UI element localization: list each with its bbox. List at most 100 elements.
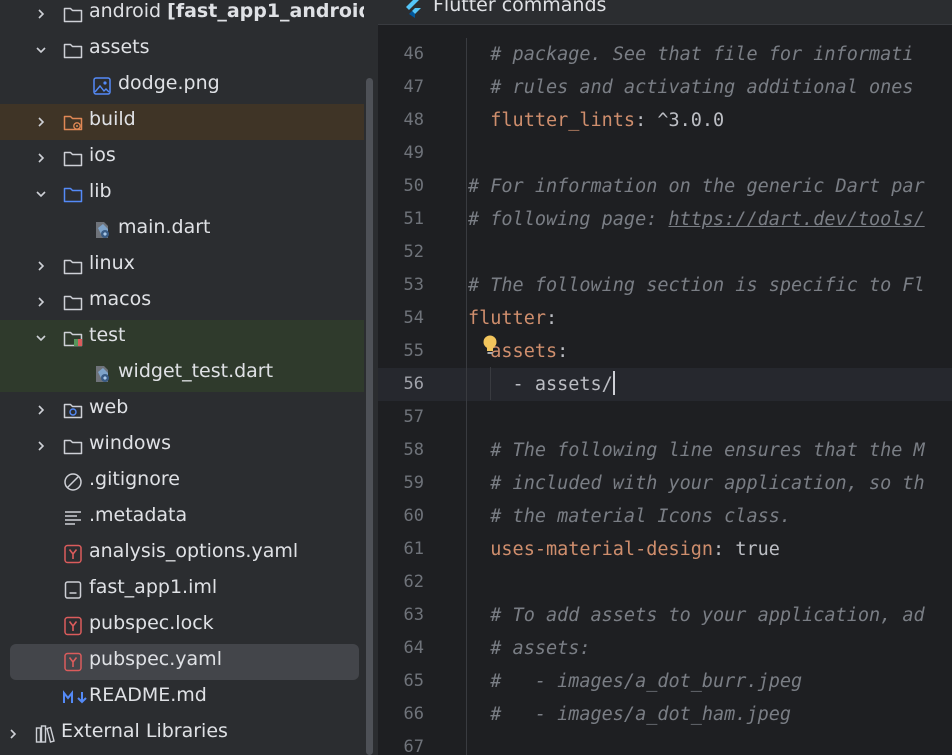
comment-text: # For information on the generic Dart pa…	[468, 176, 925, 197]
tree-item-dodge-png[interactable]: dodge.png	[0, 68, 364, 104]
tree-item-label: assets	[89, 36, 150, 58]
chevron-right-icon[interactable]	[31, 248, 51, 284]
libraries-icon	[34, 723, 56, 745]
tree-item-external-libraries[interactable]: External Libraries	[0, 716, 364, 752]
comment-text: # the material Icons class.	[468, 506, 792, 527]
tree-item-windows[interactable]: windows	[0, 428, 364, 464]
folder-test-icon	[62, 327, 84, 349]
chevron-right-icon[interactable]	[31, 284, 51, 320]
flutter-commands-label[interactable]: Flutter commands	[433, 0, 606, 16]
yaml-value: : true	[713, 539, 780, 560]
tree-item-build[interactable]: build	[0, 104, 364, 140]
tree-scrollbar-thumb[interactable]	[366, 78, 373, 755]
folder-icon	[62, 147, 84, 169]
chevron-right-icon[interactable]	[31, 392, 51, 428]
tree-item-ios[interactable]: ios	[0, 140, 364, 176]
tree-item-android[interactable]: android [fast_app1_android]	[0, 0, 364, 32]
line-number: 58	[403, 440, 424, 460]
tree-item-lib[interactable]: lib	[0, 176, 364, 212]
line-number: 54	[403, 308, 424, 328]
code-line[interactable]: 58 # The following line ensures that the…	[378, 434, 952, 467]
tree-item-widget-test-dart[interactable]: widget_test.dart	[0, 356, 364, 392]
code-line[interactable]: 50 # For information on the generic Dart …	[378, 170, 952, 203]
code-line[interactable]: 48 flutter_lints: ^3.0.0	[378, 104, 952, 137]
chevron-right-icon[interactable]	[31, 140, 51, 176]
tree-item-label: web	[89, 396, 129, 418]
folder-icon	[62, 3, 84, 25]
tree-item-macos[interactable]: macos	[0, 284, 364, 320]
dart-file-icon	[91, 219, 113, 241]
lightbulb-icon[interactable]	[481, 334, 499, 360]
flutter-icon	[404, 0, 424, 24]
folder-excluded-icon	[62, 111, 84, 133]
code-text: # The following section is specific to F…	[468, 269, 925, 302]
code-text: # - images/a_dot_ham.jpeg	[468, 698, 791, 731]
tree-item-gitignore[interactable]: .gitignore	[0, 464, 364, 500]
code-text: # package. See that file for informati	[468, 38, 913, 71]
folder-icon	[62, 39, 84, 61]
dart-file-icon	[91, 363, 113, 385]
tree-item-analysis-options-yaml[interactable]: analysis_options.yaml	[0, 536, 364, 572]
code-line[interactable]: 51 # following page: https://dart.dev/too…	[378, 203, 952, 236]
code-text: # The following line ensures that the M	[468, 434, 924, 467]
code-line[interactable]: 54 flutter:	[378, 302, 952, 335]
chevron-down-icon[interactable]	[31, 32, 51, 68]
code-line[interactable]: 64 # assets:	[378, 632, 952, 665]
code-line[interactable]: 62	[378, 566, 952, 599]
iml-file-icon	[62, 579, 84, 601]
tree-item-linux[interactable]: linux	[0, 248, 364, 284]
code-line[interactable]: 47 # rules and activating additional one…	[378, 71, 952, 104]
chevron-down-icon[interactable]	[31, 176, 51, 212]
chevron-down-icon[interactable]	[31, 320, 51, 356]
line-number: 53	[403, 275, 424, 295]
code-line[interactable]: 46 # package. See that file for informat…	[378, 38, 952, 71]
code-line[interactable]: 57	[378, 401, 952, 434]
chevron-right-icon[interactable]	[31, 0, 51, 32]
flutter-commands-banner[interactable]: Flutter commands	[378, 0, 952, 25]
line-number: 49	[403, 143, 424, 163]
tree-item-pubspec-lock[interactable]: pubspec.lock	[0, 608, 364, 644]
tree-item-readme-md[interactable]: README.md	[0, 680, 364, 716]
tree-item-label: build	[89, 108, 136, 130]
code-text: flutter:	[468, 302, 557, 335]
tree-item-label: pubspec.yaml	[89, 648, 222, 670]
code-line[interactable]: 67	[378, 731, 952, 755]
code-line[interactable]: 61 uses-material-design: true	[378, 533, 952, 566]
code-line[interactable]: 63 # To add assets to your application, …	[378, 599, 952, 632]
folder-icon	[62, 291, 84, 313]
code-editor[interactable]: Flutter commands 46 # package. See that …	[378, 0, 952, 755]
code-line[interactable]: 66 # - images/a_dot_ham.jpeg	[378, 698, 952, 731]
yaml-value: :	[557, 341, 569, 362]
code-line[interactable]: 59 # included with your application, so …	[378, 467, 952, 500]
yaml-key: uses-material-design	[468, 539, 714, 560]
text-caret	[612, 371, 615, 395]
tree-item-label: main.dart	[118, 216, 211, 238]
tree-item-main-dart[interactable]: main.dart	[0, 212, 364, 248]
tree-item-label: lib	[89, 180, 112, 202]
code-text: # included with your application, so th	[468, 467, 924, 500]
code-line[interactable]: 49	[378, 137, 952, 170]
image-file-icon	[91, 75, 113, 97]
tree-item-fast-app1-iml[interactable]: fast_app1.iml	[0, 572, 364, 608]
tree-item-metadata[interactable]: .metadata	[0, 500, 364, 536]
tree-item-pubspec-yaml[interactable]: pubspec.yaml	[10, 644, 359, 680]
code-line[interactable]: 60 # the material Icons class.	[378, 500, 952, 533]
code-line[interactable]: 65 # - images/a_dot_burr.jpeg	[378, 665, 952, 698]
chevron-right-icon[interactable]	[31, 428, 51, 464]
tree-item-web[interactable]: web	[0, 392, 364, 428]
code-line[interactable]: 55 assets:	[378, 335, 952, 368]
tree-item-label: android [fast_app1_android]	[89, 0, 364, 25]
code-text: # following page: https://dart.dev/tools…	[468, 203, 925, 236]
code-line[interactable]: 52	[378, 236, 952, 269]
tree-item-test[interactable]: test	[0, 320, 364, 356]
code-line[interactable]: 53 # The following section is specific to…	[378, 269, 952, 302]
tree-item-assets[interactable]: assets	[0, 32, 364, 68]
comment-link[interactable]: https://dart.dev/tools/	[668, 209, 924, 230]
chevron-right-icon[interactable]	[31, 104, 51, 140]
line-number: 59	[403, 473, 424, 493]
chevron-right-icon[interactable]	[3, 716, 23, 752]
url-text[interactable]: https://dart.dev/tools/	[668, 209, 924, 230]
line-number: 65	[403, 671, 424, 691]
tree-item-label: .metadata	[89, 504, 188, 526]
code-line[interactable]: 56 - assets/	[378, 368, 952, 401]
